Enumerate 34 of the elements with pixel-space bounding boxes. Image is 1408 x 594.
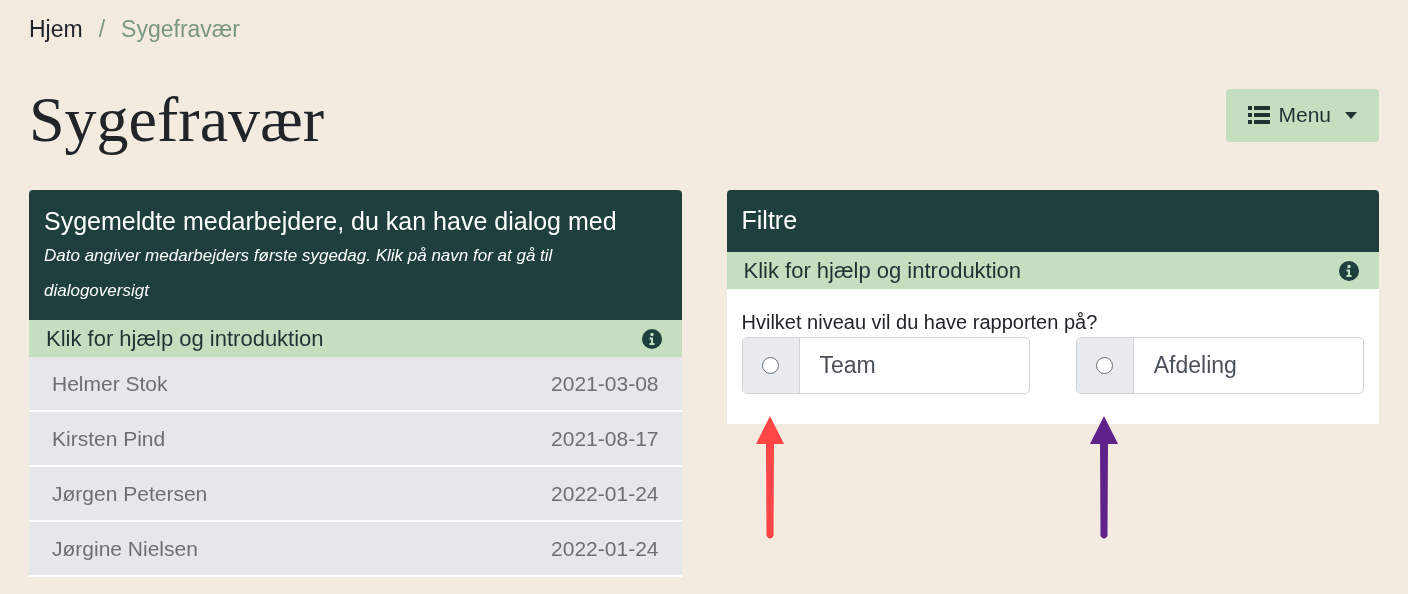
radio-button[interactable] bbox=[1096, 357, 1114, 374]
caret-icon bbox=[1345, 111, 1357, 119]
list-icon bbox=[1248, 106, 1271, 124]
option-label[interactable]: Afdeling bbox=[1133, 338, 1237, 393]
employee-row[interactable]: Helmer Stok 2021-03-08 bbox=[29, 357, 682, 412]
card-subtitle: Dato angiver medarbejders første sygedag. Klik på navn for at gå til dialogoversigt bbox=[44, 245, 554, 302]
info-icon bbox=[641, 328, 662, 349]
employee-row[interactable]: Kirsten Pind 2021-08-17 bbox=[29, 412, 682, 467]
help-bar[interactable]: Klik for hjælp og introduktion bbox=[726, 252, 1379, 289]
employee-name[interactable]: Helmer Stok bbox=[52, 367, 168, 400]
employee-name[interactable]: Jørgine Nielsen bbox=[52, 532, 198, 565]
radio-option[interactable]: Team bbox=[741, 337, 1030, 394]
breadcrumb-separator: / bbox=[98, 14, 106, 44]
radio-option[interactable]: Afdeling bbox=[1075, 337, 1364, 394]
employee-row[interactable]: Jørgine Nielsen 2022-01-24 bbox=[29, 522, 682, 577]
sick-date: 2022-01-24 bbox=[551, 535, 659, 562]
card-title: Filtre bbox=[741, 205, 798, 237]
menu-button[interactable]: Menu bbox=[1226, 88, 1379, 142]
employee-name[interactable]: Jørgen Petersen bbox=[52, 477, 208, 510]
info-icon bbox=[1339, 260, 1359, 281]
help-text: Klik for hjælp og introduktion bbox=[743, 257, 1022, 285]
question-label: Hvilket niveau vil du have rapporten på? bbox=[741, 310, 1099, 335]
card-title: Sygemeldte medarbejdere, du kan have dialog med bbox=[44, 206, 618, 237]
help-text: Klik for hjælp og introduktion bbox=[46, 325, 324, 353]
sick-date: 2022-01-24 bbox=[551, 480, 659, 507]
help-bar[interactable]: Klik for hjælp og introduktion bbox=[29, 320, 682, 357]
sick-date: 2021-03-08 bbox=[551, 370, 659, 397]
breadcrumb-current: Sygefravær bbox=[121, 14, 240, 44]
sick-date: 2021-08-17 bbox=[551, 425, 659, 452]
radio-button[interactable] bbox=[762, 357, 779, 374]
option-label[interactable]: Team bbox=[799, 338, 876, 393]
breadcrumb-link[interactable]: Hjem bbox=[29, 11, 83, 47]
employee-row[interactable]: Jørgen Petersen 2022-01-24 bbox=[29, 467, 682, 522]
employee-name[interactable]: Kirsten Pind bbox=[52, 422, 166, 455]
